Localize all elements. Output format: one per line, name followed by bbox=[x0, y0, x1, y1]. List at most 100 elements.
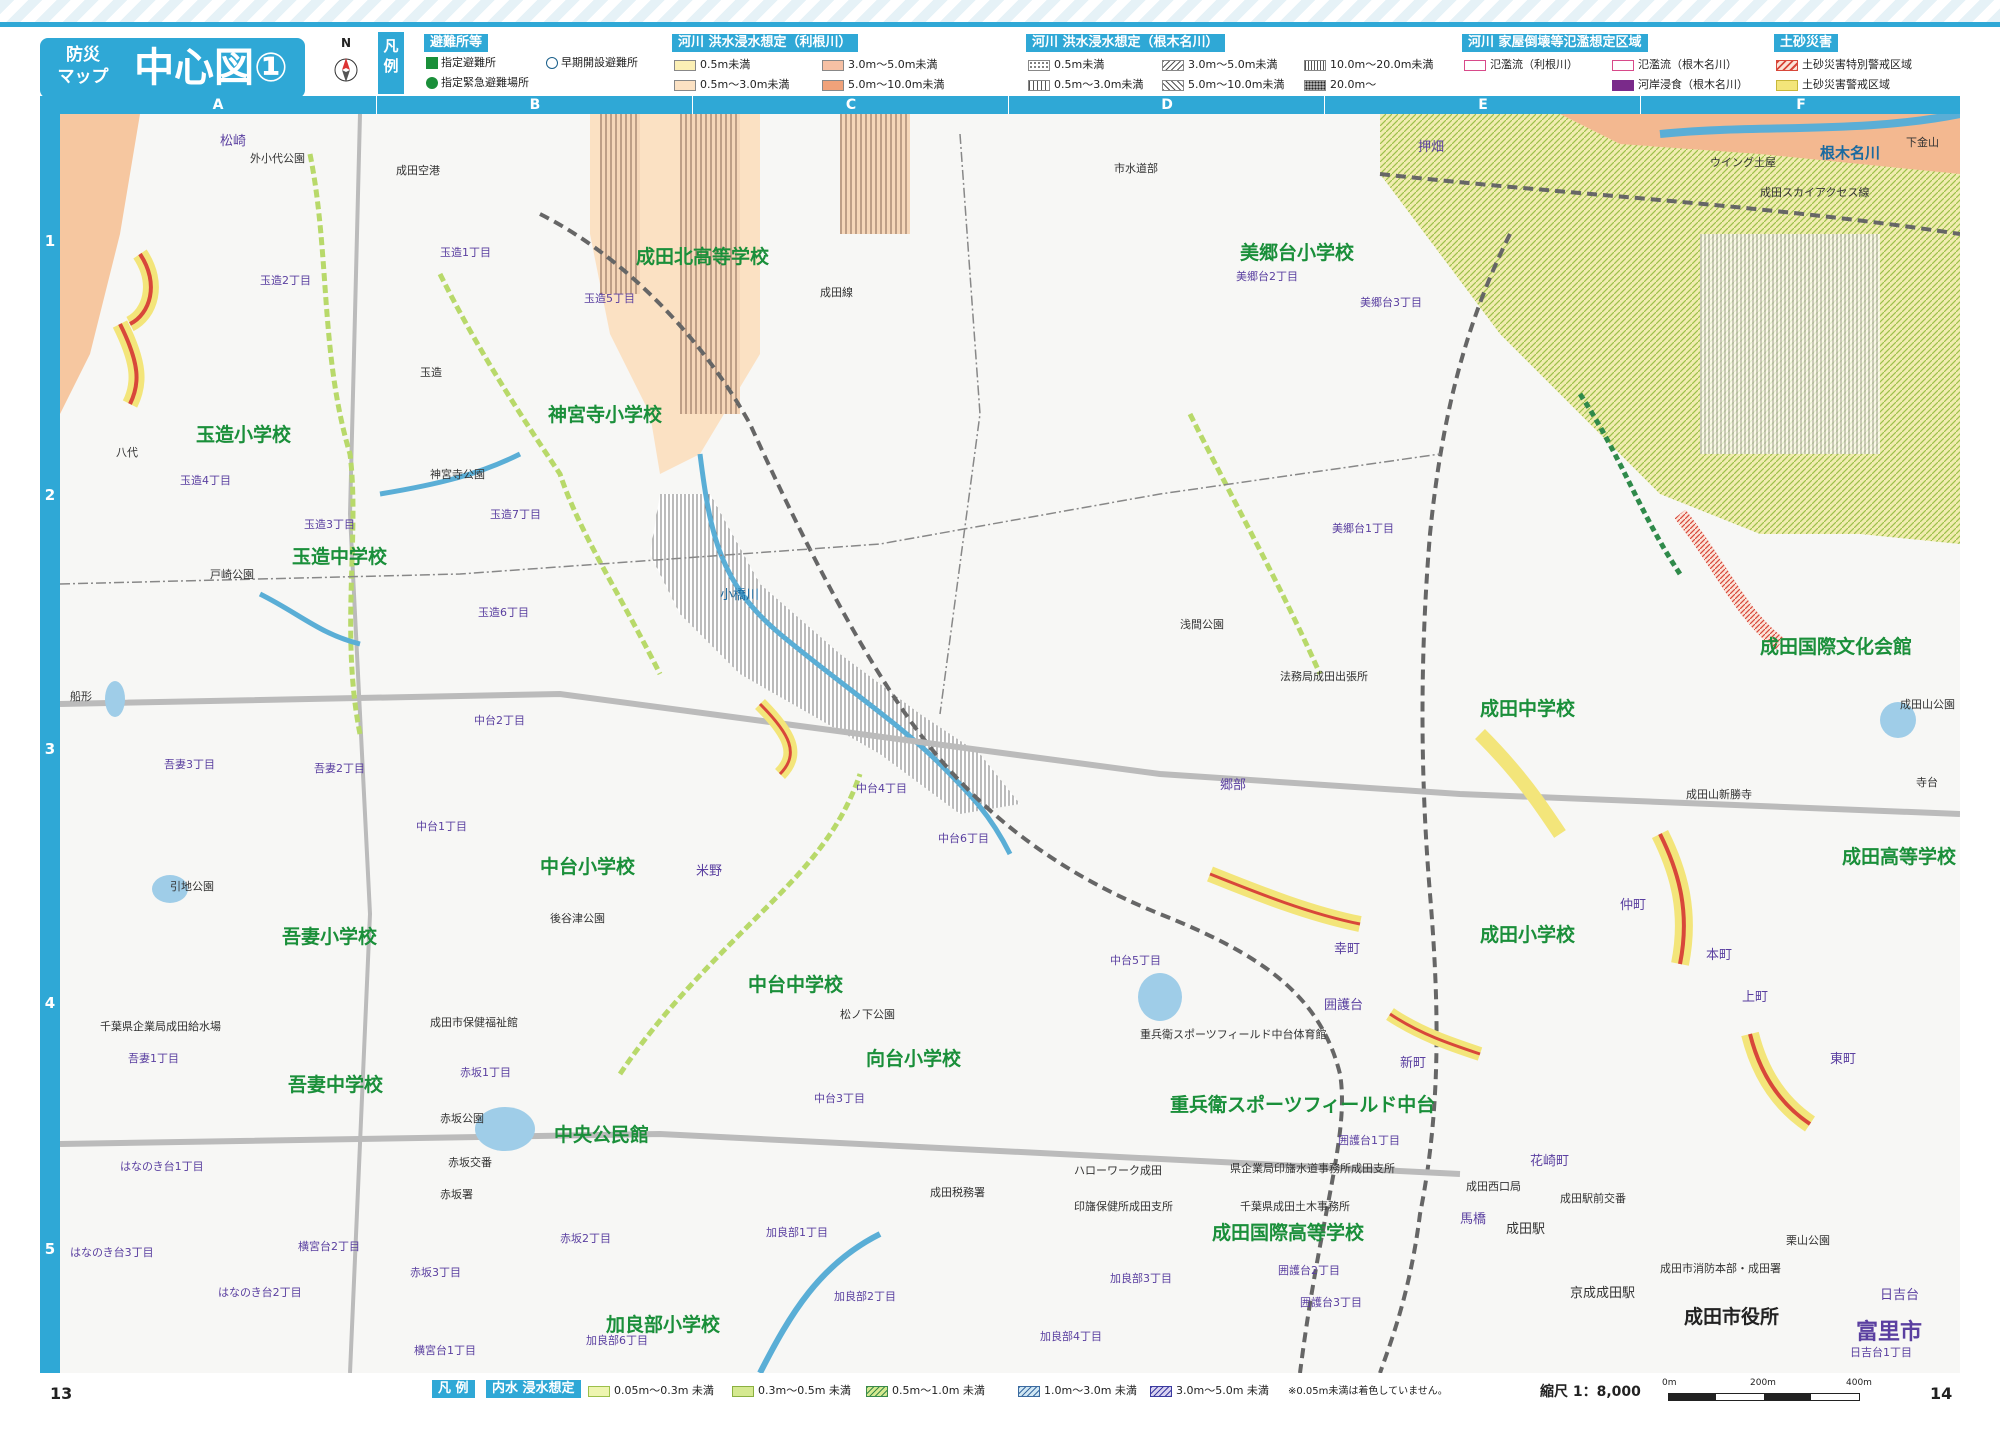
place-mabashi: 馬橋 bbox=[1460, 1212, 1487, 1227]
place-matsuzaki: 松崎 bbox=[220, 134, 247, 149]
label-narita-hs[interactable]: 成田高等学校 bbox=[1842, 842, 1956, 869]
grid-row-4: 4 bbox=[44, 994, 56, 1012]
grid-row-bar bbox=[40, 96, 60, 1373]
label-nakadai-jhs[interactable]: 中台中学校 bbox=[748, 970, 843, 997]
area-hanano-kidai-3: はなのき台3丁目 bbox=[70, 1246, 154, 1259]
area-nakadai-5: 中台5丁目 bbox=[1110, 954, 1161, 967]
page-number-right: 14 bbox=[1930, 1384, 1953, 1403]
area-tamatsukuri-2: 玉造2丁目 bbox=[260, 274, 311, 287]
place-funakata: 船形 bbox=[70, 690, 92, 703]
area-azuma-1: 吾妻1丁目 bbox=[128, 1052, 179, 1065]
place-narita-station: 成田駅 bbox=[1506, 1222, 1546, 1237]
place-kobashi-river: 小橋川 bbox=[720, 588, 760, 603]
legend-tone-3: 3.0m～5.0m未満 bbox=[822, 58, 937, 72]
legend-early-shelter: 早期開設避難所 bbox=[546, 56, 638, 70]
grid-col-a: A bbox=[212, 97, 224, 113]
label-mukaidai-es[interactable]: 向台小学校 bbox=[866, 1044, 961, 1071]
area-nakadai-4: 中台4丁目 bbox=[856, 782, 907, 795]
place-water-plant: 千葉県企業局成田給水場 bbox=[100, 1020, 221, 1033]
area-azuma-2: 吾妻2丁目 bbox=[314, 762, 365, 775]
label-narita-es[interactable]: 成田小学校 bbox=[1480, 920, 1575, 947]
area-misatodai-3: 美郷台3丁目 bbox=[1360, 296, 1422, 309]
area-yokomiyadai-2: 横宮台2丁目 bbox=[298, 1240, 360, 1253]
area-igodai-3: 囲護台3丁目 bbox=[1300, 1296, 1362, 1309]
footer-scale-label: 縮尺 1：8,000 bbox=[1540, 1384, 1641, 1400]
label-narita-city-hall[interactable]: 成田市役所 bbox=[1684, 1302, 1779, 1329]
place-hiyoshidai: 日吉台 bbox=[1880, 1288, 1920, 1303]
legend-emergency-site: 指定緊急避難場所 bbox=[426, 76, 529, 90]
label-jingu-ji-es[interactable]: 神宮寺小学校 bbox=[548, 400, 662, 427]
legend-nekina-title: 河川 洪水浸水想定（根木名川） bbox=[1026, 34, 1225, 52]
area-tamatsukuri-4: 玉造4丁目 bbox=[180, 474, 231, 487]
place-hanazakicho: 花崎町 bbox=[1530, 1154, 1570, 1169]
footer-legend-label: 凡 例 bbox=[432, 1380, 475, 1398]
footer-note: ※0.05m未満は着色していません。 bbox=[1288, 1386, 1448, 1397]
place-sotokoshiro-park: 外小代公園 bbox=[250, 152, 305, 165]
legend-tone-2: 0.5m～3.0m未満 bbox=[674, 78, 789, 92]
scale-tick-200: 200m bbox=[1750, 1378, 1776, 1388]
place-sports-gym: 重兵衛スポーツフィールド中台体育館 bbox=[1140, 1028, 1327, 1041]
label-narita-kokusai-bunka-kaikan[interactable]: 成田国際文化会館 bbox=[1760, 632, 1912, 659]
map-canvas[interactable]: 成田北高等学校 美郷台小学校 神宮寺小学校 玉造小学校 玉造中学校 成田中学校 … bbox=[60, 114, 1960, 1373]
grid-row-3: 3 bbox=[44, 740, 56, 758]
page-number-left: 13 bbox=[50, 1384, 73, 1403]
legend-collapse-title: 河川 家屋倒壊等氾濫想定区域 bbox=[1462, 34, 1648, 52]
label-narita-kita-hs[interactable]: 成田北高等学校 bbox=[636, 242, 769, 269]
area-hanano-kidai-1: はなのき台1丁目 bbox=[120, 1160, 204, 1173]
map-base-layer bbox=[60, 114, 1960, 1373]
place-narita-nishiguchi-po: 成田西口局 bbox=[1466, 1180, 1521, 1193]
area-misatodai-2: 美郷台2丁目 bbox=[1236, 270, 1298, 283]
area-nakadai-1: 中台1丁目 bbox=[416, 820, 467, 833]
area-igodai-2: 囲護台2丁目 bbox=[1278, 1264, 1340, 1277]
legend-collapse-1: 氾濫流（利根川） bbox=[1464, 58, 1578, 72]
area-tomisato-city: 富里市 bbox=[1856, 1320, 1923, 1345]
area-tamatsukuri-3: 玉造3丁目 bbox=[304, 518, 355, 531]
map-type-label: 防災 マップ bbox=[57, 45, 109, 87]
grid-row-2: 2 bbox=[44, 486, 56, 504]
area-akasaka-1: 赤坂1丁目 bbox=[460, 1066, 511, 1079]
grid-row-5: 5 bbox=[44, 1240, 56, 1258]
area-tamatsukuri-6: 玉造6丁目 bbox=[478, 606, 529, 619]
legend-nekina-6: 20.0m～ bbox=[1304, 78, 1376, 92]
top-decoration-strip bbox=[0, 0, 2000, 22]
footer-inundation-5: 3.0m～5.0m 未満 bbox=[1150, 1382, 1269, 1398]
area-nakadai-2: 中台2丁目 bbox=[474, 714, 525, 727]
legend-nekina-4: 5.0m～10.0m未満 bbox=[1162, 78, 1284, 92]
label-tamatsukuri-jhs[interactable]: 玉造中学校 bbox=[292, 542, 387, 569]
place-hello-work: ハローワーク成田 bbox=[1074, 1164, 1162, 1177]
label-tamatsukuri-es[interactable]: 玉造小学校 bbox=[196, 420, 291, 447]
place-shinshoji: 成田山新勝寺 bbox=[1686, 788, 1752, 801]
label-misatodai-es[interactable]: 美郷台小学校 bbox=[1240, 238, 1354, 265]
place-nakamachi: 仲町 bbox=[1620, 898, 1647, 913]
place-matsunoshita-park: 松ノ下公園 bbox=[840, 1008, 895, 1021]
place-igodai: 囲護台 bbox=[1324, 998, 1364, 1013]
footer-inundation-4: 1.0m～3.0m 未満 bbox=[1018, 1382, 1137, 1398]
legend-nekina-5: 10.0m～20.0m未満 bbox=[1304, 58, 1433, 72]
label-jubei-sports-field[interactable]: 重兵衛スポーツフィールド中台 bbox=[1170, 1090, 1435, 1117]
place-civil-engineering-office: 千葉県成田土木事務所 bbox=[1240, 1200, 1350, 1213]
place-ushiroyatsu-park: 後谷津公園 bbox=[550, 912, 605, 925]
grid-col-f: F bbox=[1640, 96, 1961, 114]
footer-inundation-title: 内水 浸水想定 bbox=[486, 1380, 581, 1398]
label-narita-jhs[interactable]: 成田中学校 bbox=[1480, 694, 1575, 721]
area-nakadai-6: 中台6丁目 bbox=[938, 832, 989, 845]
area-igodai-1: 囲護台1丁目 bbox=[1338, 1134, 1400, 1147]
place-water-dept: 市水道部 bbox=[1114, 162, 1158, 175]
label-azuma-jhs[interactable]: 吾妻中学校 bbox=[288, 1070, 383, 1097]
place-azumacho: 東町 bbox=[1830, 1052, 1857, 1067]
label-narita-kokusai-hs[interactable]: 成田国際高等学校 bbox=[1212, 1218, 1364, 1245]
grid-row-1: 1 bbox=[44, 232, 56, 250]
label-nakadai-es[interactable]: 中台小学校 bbox=[540, 852, 635, 879]
footer-bar bbox=[0, 1376, 2000, 1429]
area-nakadai-3: 中台3丁目 bbox=[814, 1092, 865, 1105]
area-akasaka-2: 赤坂2丁目 bbox=[560, 1232, 611, 1245]
place-sengen-park: 浅間公園 bbox=[1180, 618, 1224, 631]
place-honmachi: 本町 bbox=[1706, 948, 1733, 963]
compass-icon: N bbox=[333, 36, 359, 88]
label-azuma-es[interactable]: 吾妻小学校 bbox=[282, 922, 377, 949]
label-chuo-kominkan[interactable]: 中央公民館 bbox=[554, 1120, 649, 1147]
area-misatodai-1: 美郷台1丁目 bbox=[1332, 522, 1394, 535]
legend-collapse-2: 氾濫流（根木名川） bbox=[1612, 58, 1737, 72]
place-tamatsukuri: 玉造 bbox=[420, 366, 442, 379]
place-yoneno: 米野 bbox=[696, 864, 723, 879]
